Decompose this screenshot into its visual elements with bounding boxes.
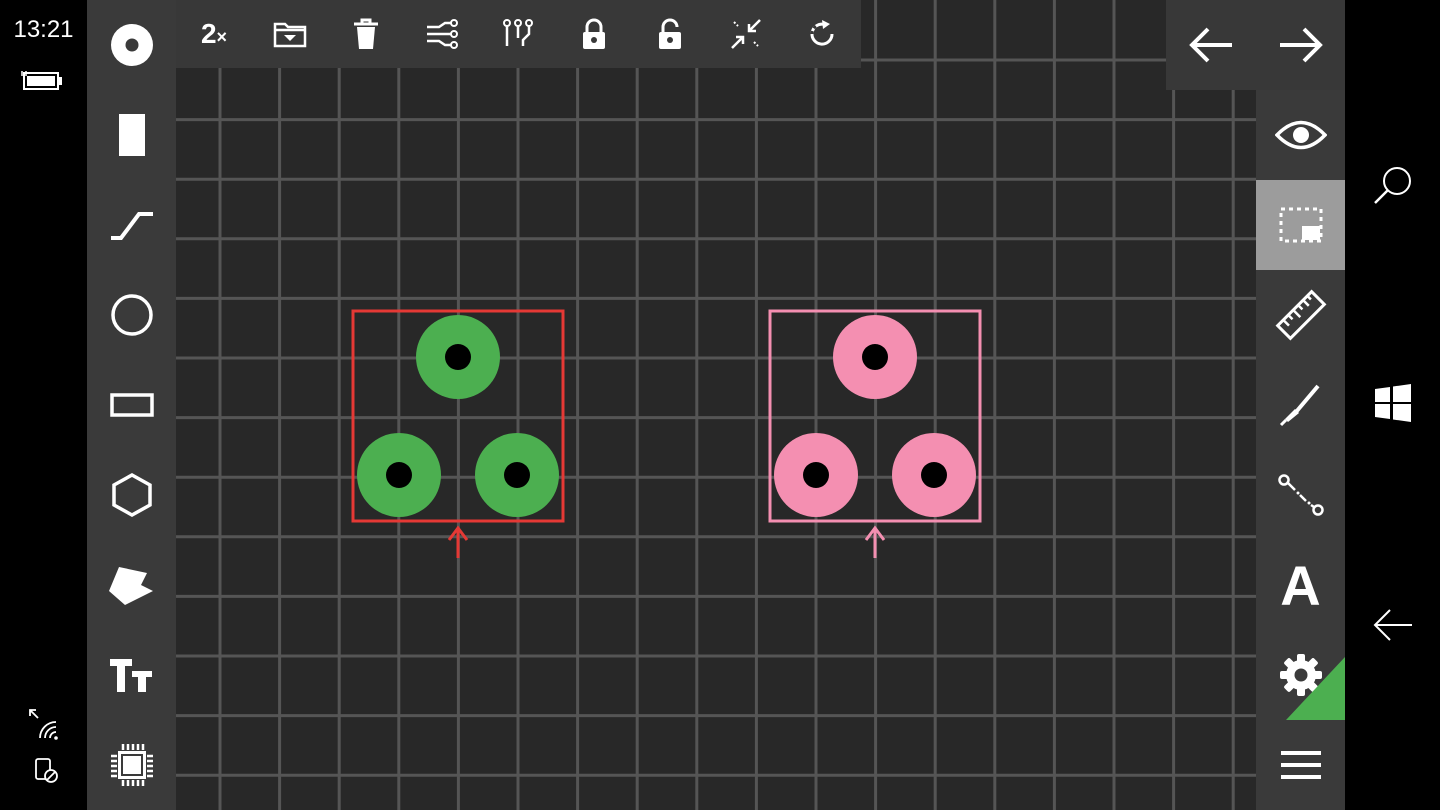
canvas-grid — [176, 0, 1256, 810]
windows-icon — [1374, 384, 1411, 422]
smd-pad-tool-button[interactable] — [87, 95, 176, 175]
search-icon — [1373, 167, 1411, 204]
pen-icon — [1279, 384, 1320, 427]
connect-button[interactable] — [1256, 450, 1345, 540]
history-nav — [1166, 0, 1345, 90]
unlock-icon — [659, 18, 681, 49]
component-pink[interactable] — [767, 308, 985, 564]
ruler-icon — [1275, 289, 1326, 341]
right-toolbar: A — [1256, 90, 1345, 810]
battery-charging-icon — [21, 71, 62, 90]
duplicate-button[interactable]: 2× — [176, 0, 252, 68]
system-back-button[interactable] — [1345, 580, 1440, 670]
text-size-icon — [109, 659, 152, 692]
hamburger-icon — [1280, 751, 1321, 779]
visibility-button[interactable] — [1256, 90, 1345, 180]
ratsnest-icon — [427, 19, 458, 49]
duplicate-label: 2× — [200, 18, 228, 49]
lock-button[interactable] — [556, 0, 632, 68]
arrow-left-icon — [1188, 27, 1232, 63]
hexagon-icon — [111, 472, 152, 518]
track-icon — [110, 212, 153, 240]
zone-icon — [108, 567, 153, 605]
shrink-icon — [731, 19, 761, 49]
origin-arrow-pink — [864, 525, 886, 558]
unlock-button[interactable] — [632, 0, 708, 68]
pad-icon — [110, 24, 153, 66]
pcb-canvas[interactable] — [176, 0, 1256, 810]
connections-button[interactable] — [480, 0, 556, 68]
status-time: 13:21 — [13, 16, 74, 43]
smd-pad-icon — [118, 114, 145, 156]
back-arrow-icon — [1373, 609, 1412, 641]
component-selected-red[interactable] — [350, 308, 568, 564]
rotation-lock-icon — [35, 758, 58, 783]
menu-button[interactable] — [1256, 720, 1345, 810]
measure-button[interactable] — [1256, 270, 1345, 360]
rotate-button[interactable] — [784, 0, 860, 68]
eye-icon — [1274, 120, 1327, 150]
rectangle-icon — [109, 393, 154, 417]
shrink-button[interactable] — [708, 0, 784, 68]
corner-indicator — [1286, 657, 1345, 720]
connections-icon — [503, 19, 533, 46]
polygon-tool-button[interactable] — [87, 455, 176, 535]
undo-button[interactable] — [1166, 0, 1255, 90]
rectangle-tool-button[interactable] — [87, 365, 176, 445]
windows-nav-bar — [1345, 0, 1440, 810]
chip-icon — [110, 744, 153, 786]
trash-icon — [354, 18, 378, 49]
search-button[interactable] — [1345, 140, 1440, 230]
select-rectangle-icon — [1279, 207, 1322, 243]
text-tool-button[interactable] — [87, 635, 176, 715]
ratsnest-button[interactable] — [404, 0, 480, 68]
top-toolbar: 2× — [176, 0, 861, 68]
start-button[interactable] — [1345, 358, 1440, 448]
track-tool-button[interactable] — [87, 185, 176, 265]
zone-tool-button[interactable] — [87, 545, 176, 625]
redo-button[interactable] — [1256, 0, 1345, 90]
circle-icon — [110, 294, 153, 336]
arrow-right-icon — [1279, 27, 1323, 63]
rotate-icon — [810, 20, 834, 46]
origin-arrow-red — [447, 525, 469, 558]
node-connect-icon — [1277, 474, 1324, 516]
left-toolbar — [87, 0, 176, 810]
component-tool-button[interactable] — [87, 725, 176, 805]
circle-tool-button[interactable] — [87, 275, 176, 355]
font-icon: A — [1280, 553, 1321, 617]
group-button[interactable] — [252, 0, 328, 68]
font-button[interactable]: A — [1256, 540, 1345, 630]
status-bar: 13:21 — [0, 0, 87, 810]
pad-tool-button[interactable] — [87, 5, 176, 85]
selection-button[interactable] — [1256, 180, 1345, 270]
lock-icon — [583, 18, 605, 49]
delete-button[interactable] — [328, 0, 404, 68]
draw-button[interactable] — [1256, 360, 1345, 450]
wifi-icon — [29, 709, 58, 740]
folder-download-icon — [273, 22, 307, 48]
